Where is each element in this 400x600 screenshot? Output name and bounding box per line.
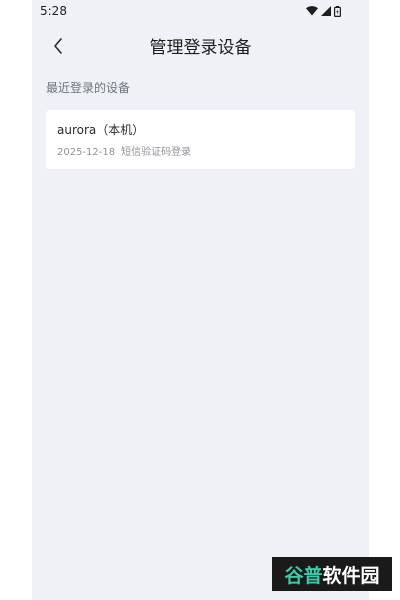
wifi-icon	[306, 6, 318, 16]
device-meta: 2025-12-18 短信验证码登录	[57, 146, 191, 159]
signal-icon	[321, 6, 331, 16]
watermark-logo: 谷普 软件园	[272, 557, 392, 591]
device-name: aurora（本机）	[57, 123, 145, 137]
page: 5:28 管理登录设备 最近登录的设备 aurora（本机） 2025-12-1…	[0, 0, 400, 600]
page-title: 管理登录设备	[149, 38, 252, 58]
device-card[interactable]: aurora（本机） 2025-12-18 短信验证码登录	[46, 110, 355, 169]
device-login-date: 2025-12-18	[57, 147, 116, 158]
device-login-method: 短信验证码登录	[121, 147, 192, 158]
battery-icon	[334, 5, 341, 17]
watermark-part1: 谷普	[284, 564, 323, 587]
header: 管理登录设备	[32, 28, 369, 68]
status-time: 5:28	[40, 4, 67, 18]
section-label: 最近登录的设备	[46, 81, 131, 95]
status-bar: 5:28	[32, 0, 369, 24]
watermark-part2: 软件园	[322, 564, 380, 587]
status-icons	[306, 5, 341, 17]
phone-screen: 5:28 管理登录设备 最近登录的设备 aurora（本机） 2025-12-1…	[32, 0, 369, 600]
